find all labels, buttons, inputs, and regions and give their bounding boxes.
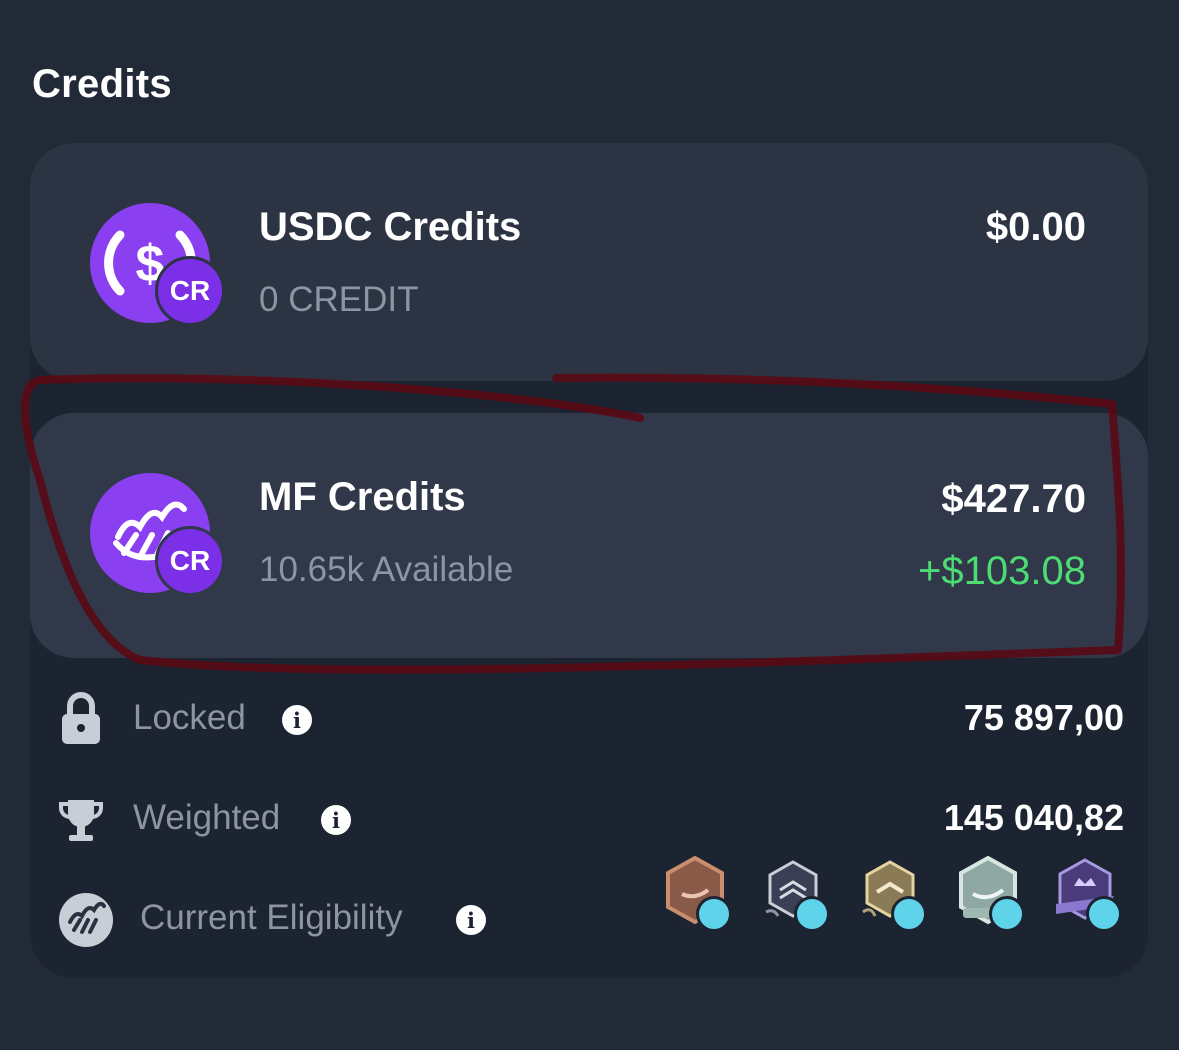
diamond-rank-badge-icon[interactable] xyxy=(1054,856,1122,932)
eligibility-row: Current Eligibility i xyxy=(58,855,1124,950)
locked-row: Locked i 75 897,00 xyxy=(58,690,1124,750)
mf-logo-icon xyxy=(58,890,114,950)
weighted-label: Weighted xyxy=(133,798,281,837)
locked-label: Locked xyxy=(133,698,246,737)
mf-credits-card[interactable]: CR MF Credits 10.65k Available $427.70 +… xyxy=(30,413,1148,658)
card-value: $0.00 xyxy=(985,205,1086,249)
rank-chevron-icon xyxy=(891,896,927,932)
card-title: USDC Credits xyxy=(259,205,522,249)
gold-rank-badge-icon[interactable] xyxy=(859,856,927,932)
info-icon[interactable]: i xyxy=(321,805,351,835)
card-available: 10.65k Available xyxy=(259,550,514,589)
rank-chevron-icon xyxy=(696,896,732,932)
eligibility-label: Current Eligibility xyxy=(140,898,403,937)
lock-icon xyxy=(58,690,104,750)
eligibility-badges xyxy=(654,855,1124,932)
locked-value: 75 897,00 xyxy=(963,697,1124,738)
rank-chevron-icon xyxy=(989,896,1025,932)
rank-chevron-icon xyxy=(1086,896,1122,932)
bronze-rank-badge-icon[interactable] xyxy=(664,855,732,932)
silver-rank-badge-icon[interactable] xyxy=(762,856,830,932)
cr-badge: CR xyxy=(155,526,225,596)
weighted-row: Weighted i 145 040,82 xyxy=(58,790,1124,850)
card-title: MF Credits xyxy=(259,475,466,519)
info-icon[interactable]: i xyxy=(456,905,486,935)
usdc-credits-card[interactable]: $ CR USDC Credits 0 CREDIT $0.00 xyxy=(30,143,1148,381)
card-balance-units: 0 CREDIT xyxy=(259,280,419,319)
weighted-value: 145 040,82 xyxy=(943,797,1124,838)
trophy-icon xyxy=(58,790,104,850)
platinum-rank-badge-icon[interactable] xyxy=(957,855,1025,932)
info-icon[interactable]: i xyxy=(282,705,312,735)
cr-badge: CR xyxy=(155,256,225,326)
rank-chevron-icon xyxy=(794,896,830,932)
card-value: $427.70 xyxy=(941,477,1086,521)
page-title: Credits xyxy=(32,62,172,106)
card-change: +$103.08 xyxy=(918,549,1086,593)
